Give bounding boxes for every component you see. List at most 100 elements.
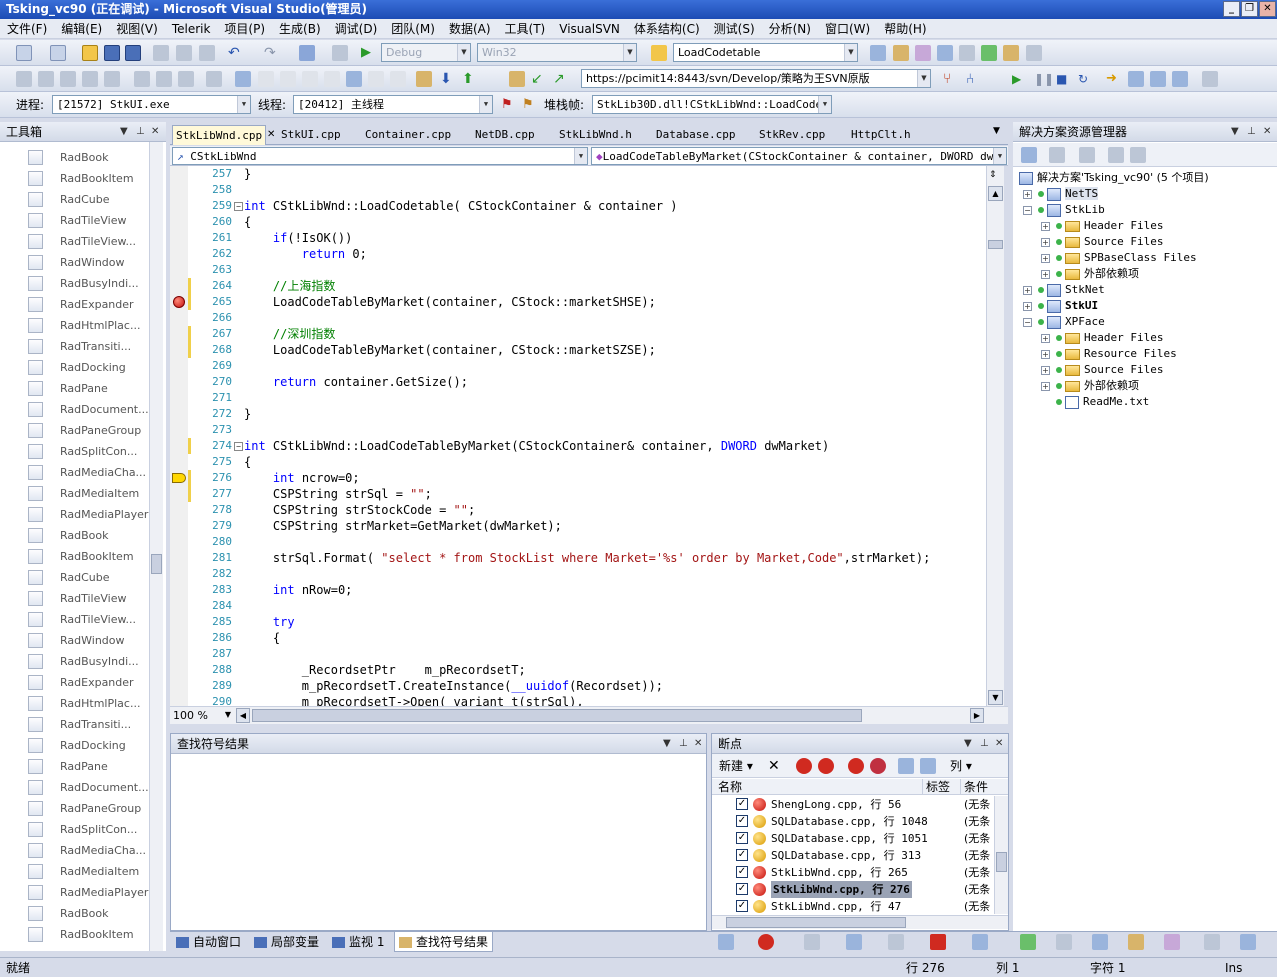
team-explorer-tab-icon[interactable]: [1092, 934, 1108, 950]
property-tab-icon[interactable]: [1164, 934, 1180, 950]
class-combo[interactable]: ↗ CStkLibWnd ▼: [172, 147, 588, 165]
object-browser-icon[interactable]: [937, 45, 953, 61]
find-in-files-icon[interactable]: [651, 45, 667, 61]
display-object-members-icon[interactable]: [16, 71, 32, 87]
increase-indent-icon[interactable]: [134, 71, 150, 87]
breakpoints-pin-icon[interactable]: ⊥: [980, 734, 989, 754]
breakpoints-hscrollbar[interactable]: [712, 915, 1008, 929]
code-line[interactable]: 283 int nRow=0;: [170, 582, 986, 598]
expand-toggle-icon[interactable]: −: [1023, 205, 1032, 215]
find-symbol-close-icon[interactable]: ✕: [694, 734, 702, 754]
breakpoint-enabled-checkbox[interactable]: ✓: [736, 798, 748, 810]
menu-project[interactable]: 项目(P): [217, 19, 272, 39]
code-line[interactable]: 271: [170, 390, 986, 406]
method-combo[interactable]: ◆LoadCodeTableByMarket(CStockContainer &…: [591, 147, 1007, 165]
svn-up-arrow-icon[interactable]: ⬆: [462, 71, 478, 87]
menu-build[interactable]: 生成(B): [272, 19, 328, 39]
fold-toggle-icon[interactable]: −: [234, 202, 243, 211]
menu-view[interactable]: 视图(V): [109, 19, 165, 39]
save-all-icon[interactable]: [125, 45, 141, 61]
solution-close-icon[interactable]: ✕: [1263, 122, 1271, 142]
code-editor[interactable]: 257} 258 259− int CStkLibWnd::LoadCodetable…: [170, 166, 986, 706]
navigate-forward-icon[interactable]: [332, 45, 348, 61]
solution-config-combo[interactable]: Debug ▼: [381, 43, 471, 62]
editor-hscroll-thumb[interactable]: [252, 709, 862, 722]
next-bookmark-doc-icon[interactable]: [368, 71, 384, 87]
breakpoint-icon[interactable]: [173, 296, 185, 308]
expand-toggle-icon[interactable]: +: [1041, 333, 1050, 343]
solution-dropdown-icon[interactable]: ▼: [1231, 122, 1239, 142]
toolbox-item[interactable]: RadDocking: [0, 735, 148, 756]
tab-database-cpp[interactable]: Database.cpp: [653, 125, 738, 145]
server-explorer-tab-icon[interactable]: [1204, 934, 1220, 950]
menu-debug[interactable]: 调试(D): [328, 19, 385, 39]
toolbox-icon[interactable]: [959, 45, 975, 61]
toolbox-item[interactable]: RadBusyIndi...: [0, 651, 148, 672]
refresh-icon[interactable]: [1079, 147, 1095, 163]
svn-commit-icon[interactable]: [416, 71, 432, 87]
toolbox-item[interactable]: RadTileView: [0, 588, 148, 609]
menu-team[interactable]: 团队(M): [384, 19, 442, 39]
code-line[interactable]: 258: [170, 182, 986, 198]
redo-icon[interactable]: ↷: [264, 45, 280, 61]
col-label[interactable]: 标签: [922, 779, 950, 795]
expand-toggle-icon[interactable]: +: [1041, 237, 1050, 247]
debug-continue-icon[interactable]: ▶: [1012, 71, 1028, 87]
show-next-statement-icon[interactable]: ➜: [1106, 71, 1122, 87]
class-view-tab-icon[interactable]: [1056, 934, 1072, 950]
solution-node[interactable]: + Header Files: [1041, 330, 1163, 346]
close-window-button[interactable]: ✕: [1259, 1, 1276, 17]
expand-toggle-icon[interactable]: +: [1041, 253, 1050, 263]
object-browser-tab-icon[interactable]: [1240, 934, 1256, 950]
tab-stklibwnd-h[interactable]: StkLibWnd.h: [556, 125, 635, 145]
breakpoint-enabled-checkbox[interactable]: ✓: [736, 883, 748, 895]
code-line[interactable]: 263: [170, 262, 986, 278]
col-name[interactable]: 名称: [718, 779, 742, 795]
code-line[interactable]: 289 m_pRecordsetT.CreateInstance(__uuido…: [170, 678, 986, 694]
svn-browse-icon[interactable]: [509, 71, 525, 87]
step-out-icon[interactable]: [1172, 71, 1188, 87]
menu-telerik[interactable]: Telerik: [165, 19, 218, 39]
breakpoint-enabled-checkbox[interactable]: ✓: [736, 849, 748, 861]
zoom-level[interactable]: 100 %: [173, 707, 208, 725]
toolbox-item[interactable]: RadSplitCon...: [0, 819, 148, 840]
toolbox-item[interactable]: RadBookItem: [0, 168, 148, 189]
breakpoint-row[interactable]: ✓ ShengLong.cpp, 行 56 (无条: [714, 796, 1004, 813]
zoom-dropdown-icon[interactable]: ▼: [222, 709, 234, 721]
solution-root[interactable]: 解决方案'Tsking_vc90' (5 个项目): [1019, 170, 1209, 186]
code-line[interactable]: 257}: [170, 166, 986, 182]
find-icon[interactable]: [870, 45, 886, 61]
call-stack-tab-icon[interactable]: [718, 934, 734, 950]
comment-out-icon[interactable]: [156, 71, 172, 87]
tab-locals[interactable]: 局部变量: [254, 932, 319, 952]
menu-test[interactable]: 测试(S): [707, 19, 762, 39]
import-breakpoints-icon[interactable]: [920, 758, 936, 774]
svn-branch-icon[interactable]: ⑂: [943, 71, 959, 87]
flag-all-icon[interactable]: ⚑: [522, 97, 538, 113]
toolbox-item[interactable]: RadWindow: [0, 630, 148, 651]
breakpoint-enabled-checkbox[interactable]: ✓: [736, 866, 748, 878]
expand-toggle-icon[interactable]: +: [1041, 269, 1050, 279]
toolbox-item[interactable]: RadMediaCha...: [0, 462, 148, 483]
toolbox-item[interactable]: RadWindow: [0, 252, 148, 273]
delete-breakpoint-icon[interactable]: ✕: [768, 757, 780, 775]
toolbox-item[interactable]: RadExpander: [0, 294, 148, 315]
go-to-disassembly-icon[interactable]: [870, 758, 886, 774]
toolbox-item[interactable]: RadBook: [0, 147, 148, 168]
svn-url-combo[interactable]: https://pcimit14:8443/svn/Develop/策略为王SV…: [581, 69, 931, 88]
expand-toggle-icon[interactable]: +: [1023, 189, 1032, 199]
toolbox-item[interactable]: RadPane: [0, 378, 148, 399]
code-line[interactable]: 261 if(!IsOK()): [170, 230, 986, 246]
breakpoint-row[interactable]: ✓ StkLibWnd.cpp, 行 276 (无条: [714, 881, 1004, 898]
toolbox-item[interactable]: RadMediaCha...: [0, 840, 148, 861]
code-line[interactable]: 267 //深圳指数: [170, 326, 986, 342]
scroll-up-button[interactable]: ▲: [988, 186, 1003, 201]
toolbox-item[interactable]: RadTransiti...: [0, 714, 148, 735]
menu-architecture[interactable]: 体系结构(C): [627, 19, 707, 39]
tab-container-cpp[interactable]: Container.cpp: [362, 125, 454, 145]
toolbox-item[interactable]: RadDocument...: [0, 777, 149, 798]
svn-commit-arrow-icon[interactable]: ↗: [553, 71, 569, 87]
columns-button[interactable]: 列 ▾: [950, 757, 972, 775]
find-symbol-pin-icon[interactable]: ⊥: [679, 734, 688, 754]
next-bookmark-folder-icon[interactable]: [324, 71, 340, 87]
